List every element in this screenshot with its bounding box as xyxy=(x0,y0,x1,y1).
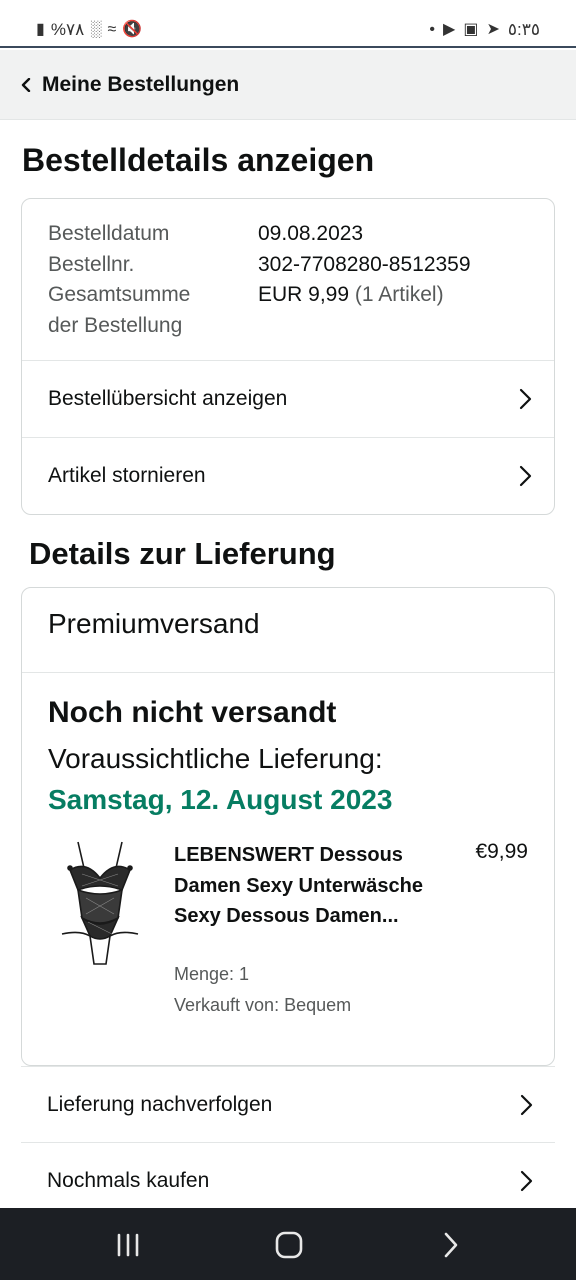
delivery-section-title: Details zur Lieferung xyxy=(29,536,336,571)
chevron-right-icon xyxy=(520,1170,533,1191)
order-total-label: Gesamtsumme der Bestellung xyxy=(48,283,191,337)
clock: ٥:٣٥ xyxy=(507,20,540,39)
recent-apps-icon[interactable] xyxy=(113,1230,143,1260)
order-total-row: Gesamtsumme der Bestellung EUR 9,99 (1 A… xyxy=(48,280,538,341)
app-icon: ▣ xyxy=(463,21,479,38)
product-seller: Verkauft von: Bequem xyxy=(174,995,352,1015)
battery-percent: %٧٨ xyxy=(50,20,85,39)
product-quantity: Menge: 1 xyxy=(174,964,250,984)
buy-again-link[interactable]: Nochmals kaufen xyxy=(21,1142,555,1218)
order-number-label: Bestellnr. xyxy=(48,252,135,276)
product-title[interactable]: LEBENSWERT Dessous Damen Sexy Unterwäsch… xyxy=(174,840,424,932)
nav-header[interactable]: Meine Bestellungen xyxy=(0,50,576,120)
track-delivery-link[interactable]: Lieferung nachverfolgen xyxy=(21,1066,555,1142)
back-chevron-icon[interactable] xyxy=(20,77,34,92)
telegram-icon: ➤ xyxy=(486,21,500,38)
order-number-row: Bestellnr. 302-7708280-8512359 xyxy=(48,250,538,281)
mute-icon: 🔇 xyxy=(122,21,143,38)
order-total-value: EUR 9,99 (1 Artikel) xyxy=(258,283,444,306)
signal-icon: ░ xyxy=(90,21,102,38)
page-title: Bestelldetails anzeigen xyxy=(22,142,375,178)
dot-icon: • xyxy=(429,21,436,38)
status-bar: ▮ %٧٨ ░ ≈ 🔇 • ▶ ▣ ➤ ٥:٣٥ xyxy=(0,0,576,48)
back-icon[interactable] xyxy=(436,1230,466,1260)
view-order-summary-link[interactable]: Bestellübersicht anzeigen xyxy=(22,360,554,437)
order-info: Bestelldatum 09.08.2023 Bestellnr. 302-7… xyxy=(48,219,538,341)
order-number-value: 302-7708280-8512359 xyxy=(258,252,471,276)
eta-date: Samstag, 12. August 2023 xyxy=(48,784,393,815)
product-image[interactable] xyxy=(60,838,140,970)
order-date-label: Bestelldatum xyxy=(48,222,170,245)
wifi-icon: ≈ xyxy=(107,21,117,38)
chevron-right-icon xyxy=(519,465,532,487)
shipping-speed: Premiumversand xyxy=(48,608,260,639)
order-date-row: Bestelldatum 09.08.2023 xyxy=(48,219,538,250)
eta-label: Voraussichtliche Lieferung: xyxy=(48,743,383,774)
order-date-value: 09.08.2023 xyxy=(258,222,364,245)
chevron-right-icon xyxy=(519,388,532,410)
chevron-right-icon xyxy=(520,1094,533,1115)
back-link-label[interactable]: Meine Bestellungen xyxy=(42,73,239,97)
system-nav-bar xyxy=(0,1208,576,1280)
home-icon[interactable] xyxy=(274,1230,304,1260)
youtube-icon: ▶ xyxy=(443,21,456,38)
order-summary-card: Bestelldatum 09.08.2023 Bestellnr. 302-7… xyxy=(21,198,555,515)
cancel-items-link[interactable]: Artikel stornieren xyxy=(22,437,554,514)
delivery-card: Premiumversand Noch nicht versandt Vorau… xyxy=(21,587,555,1066)
product-price: €9,99 xyxy=(475,840,528,863)
battery-icon: ▮ xyxy=(36,21,45,38)
order-item-count: (1 Artikel) xyxy=(354,283,444,306)
shipment-status: Noch nicht versandt xyxy=(48,696,337,729)
divider xyxy=(22,672,554,673)
